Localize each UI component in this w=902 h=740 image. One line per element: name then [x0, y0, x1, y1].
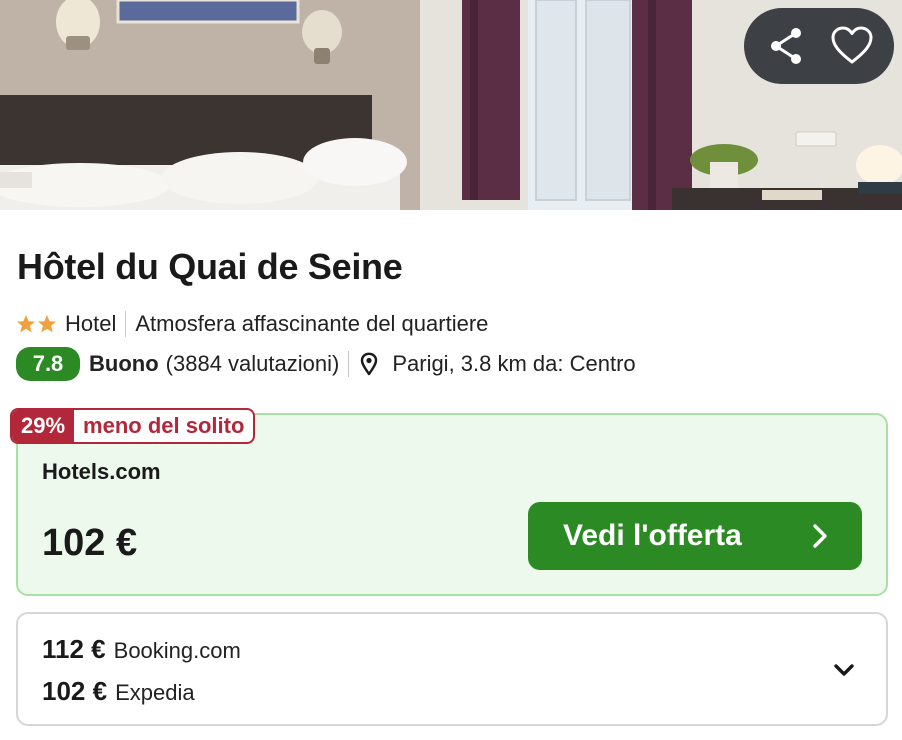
hotel-name: Hôtel du Quai de Seine — [17, 246, 403, 287]
deal-price: 102 € — [42, 522, 138, 564]
favorite-button[interactable] — [824, 18, 880, 74]
rating-location-row: 7.8 Buono (3884 valutazioni) Parigi, 3.8… — [16, 346, 636, 382]
offer-provider: Booking.com — [113, 638, 241, 663]
photo-actions — [744, 8, 894, 84]
heart-icon — [831, 26, 872, 64]
offer-row[interactable]: 112 € Booking.com — [42, 634, 241, 665]
divider — [125, 311, 127, 337]
offer-provider: Expedia — [115, 680, 195, 705]
divider — [348, 351, 350, 377]
hotel-location: Parigi, 3.8 km da: Centro — [392, 351, 636, 376]
star-icon — [17, 315, 35, 333]
star-rating — [16, 314, 57, 334]
view-offer-button[interactable]: Vedi l'offerta — [528, 502, 862, 570]
map-pin-icon — [360, 352, 378, 376]
share-button[interactable] — [759, 18, 815, 74]
deal-provider: Hotels.com — [42, 459, 161, 484]
rating-word: Buono — [89, 351, 159, 376]
rating-badge: 7.8 — [16, 347, 80, 381]
hotel-meta-row: Hotel Atmosfera affascinante del quartie… — [16, 310, 488, 338]
discount-text: meno del solito — [83, 413, 245, 438]
chevron-down-icon — [834, 664, 854, 676]
offer-row[interactable]: 102 € Expedia — [42, 676, 195, 707]
view-offer-label: Vedi l'offerta — [563, 519, 742, 552]
other-offers-card[interactable] — [16, 612, 888, 726]
star-icon — [38, 315, 56, 333]
discount-badge: 29% meno del solito — [10, 408, 256, 444]
expand-offers-button[interactable] — [830, 656, 858, 684]
hotel-photo[interactable] — [0, 0, 902, 210]
discount-percent: 29% — [12, 410, 75, 442]
review-count: (3884 valutazioni) — [165, 351, 340, 376]
offer-price: 102 € — [42, 676, 108, 706]
hotel-type: Hotel — [65, 311, 117, 336]
chevron-right-icon — [813, 524, 827, 548]
hotel-highlight: Atmosfera affascinante del quartiere — [135, 311, 489, 336]
share-icon — [770, 28, 801, 64]
offer-price: 112 € — [42, 634, 106, 664]
